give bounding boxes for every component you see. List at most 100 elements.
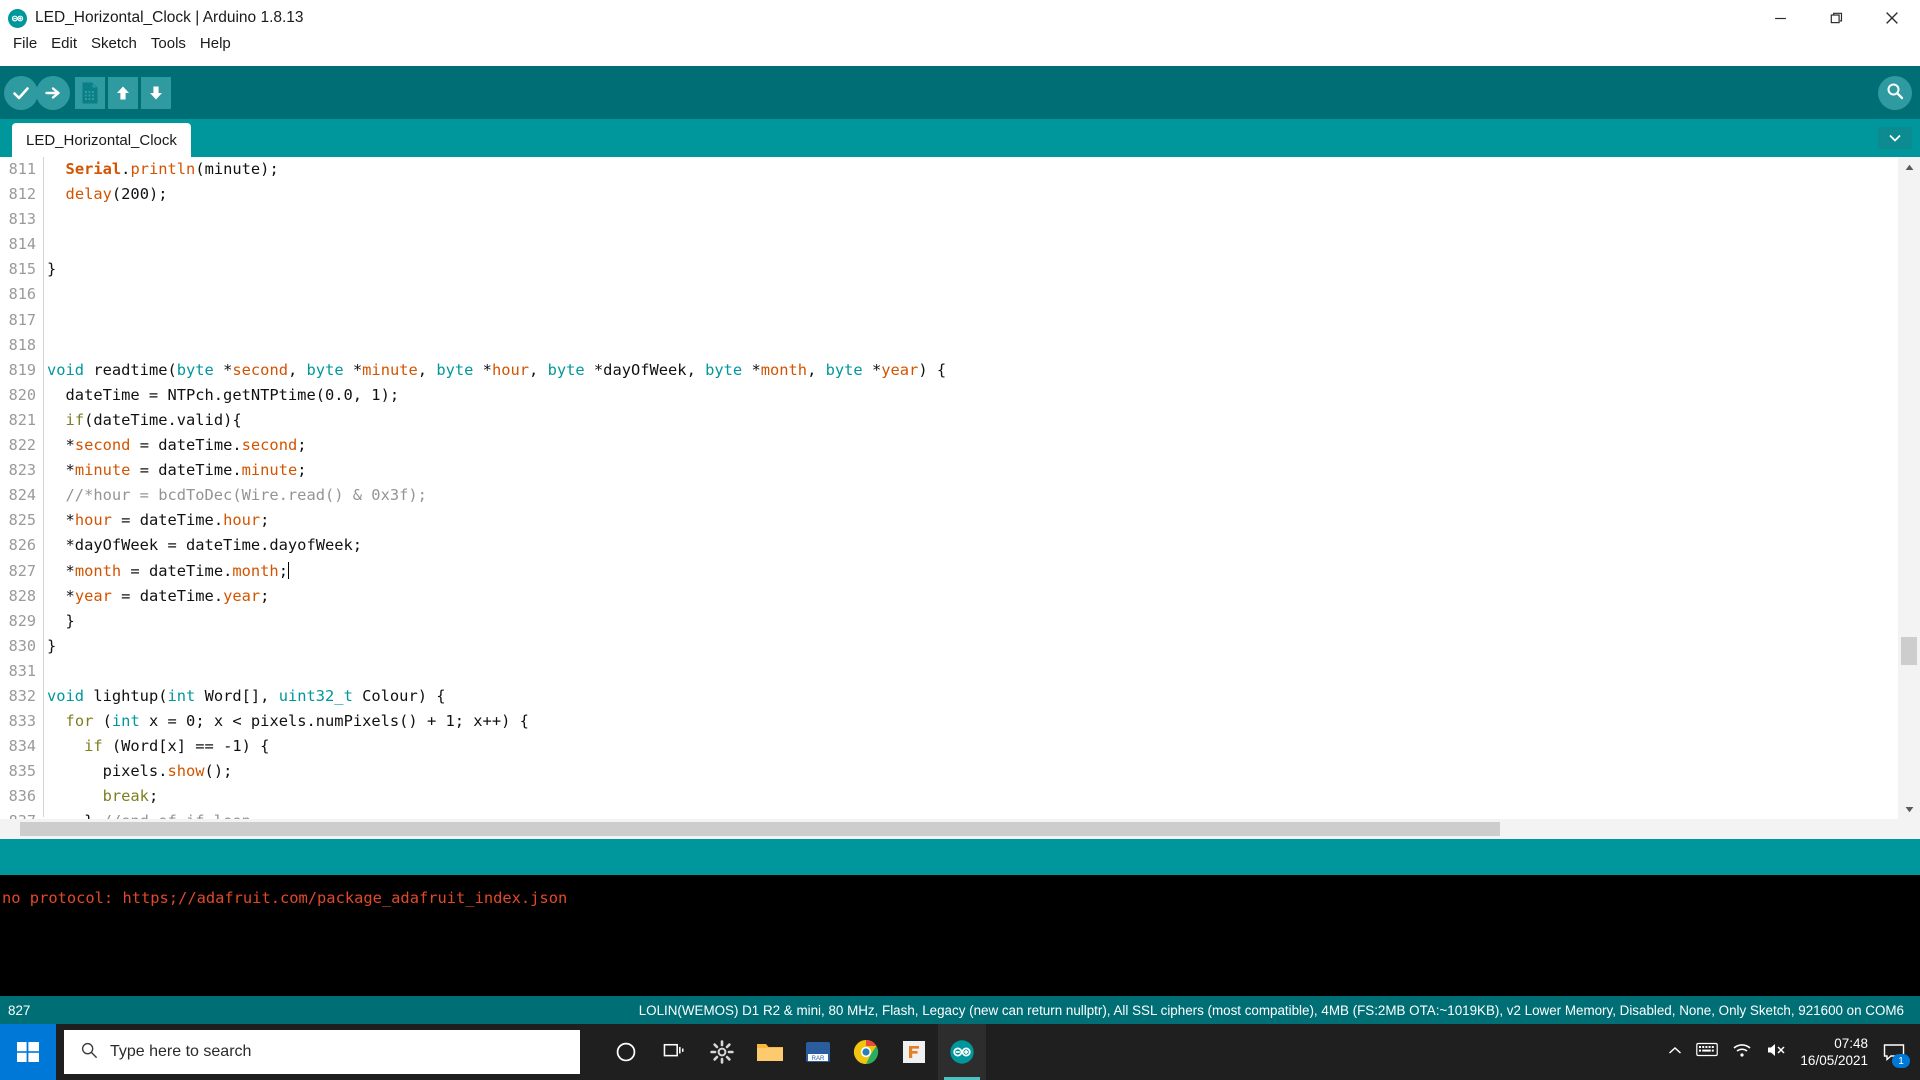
line-source[interactable]: void lightup(int Word[], uint32_t Colour… <box>43 684 446 709</box>
tab-menu-button[interactable] <box>1878 127 1912 149</box>
settings-gear-icon <box>710 1040 734 1064</box>
line-source[interactable]: pixels.show(); <box>43 759 233 784</box>
verify-button[interactable] <box>3 75 39 111</box>
line-source[interactable]: } <box>43 257 56 282</box>
toolbar <box>0 66 1920 119</box>
code-line[interactable]: 811 Serial.println(minute); <box>0 157 1898 182</box>
upload-button[interactable] <box>35 75 71 111</box>
line-source[interactable]: //*hour = bcdToDec(Wire.read() & 0x3f); <box>43 483 427 508</box>
sketch-tab[interactable]: LED_Horizontal_Clock <box>12 123 191 157</box>
line-source[interactable]: *second = dateTime.second; <box>43 433 307 458</box>
taskbar-item-settings[interactable] <box>698 1024 746 1080</box>
code-lines[interactable]: 811 Serial.println(minute); 812 delay(200… <box>0 157 1898 819</box>
code-line[interactable]: 816 <box>0 282 1898 307</box>
console-output[interactable]: no protocol: https;//adafruit.com/packag… <box>0 875 1920 1010</box>
serial-monitor-button[interactable] <box>1878 76 1912 110</box>
code-line[interactable]: 831 <box>0 659 1898 684</box>
taskbar-item-arduino[interactable] <box>938 1024 986 1080</box>
notification-center-button[interactable]: 1 <box>1882 1040 1910 1068</box>
clock-date: 16/05/2021 <box>1800 1053 1868 1068</box>
new-sketch-button[interactable] <box>72 75 108 111</box>
console-header <box>0 839 1920 875</box>
code-line[interactable]: 819 void readtime(byte *second, byte *min… <box>0 358 1898 383</box>
menu-item-edit[interactable]: Edit <box>44 33 84 54</box>
line-source[interactable]: for (int x = 0; x < pixels.numPixels() +… <box>43 709 529 734</box>
taskbar-item-fritzing[interactable] <box>890 1024 938 1080</box>
line-source[interactable]: } <box>43 634 56 659</box>
code-line[interactable]: 832 void lightup(int Word[], uint32_t Col… <box>0 684 1898 709</box>
chrome-icon <box>853 1040 879 1064</box>
taskbar-item-file-explorer[interactable] <box>746 1024 794 1080</box>
line-source[interactable]: *hour = dateTime.hour; <box>43 508 270 533</box>
line-source[interactable]: if (Word[x] == -1) { <box>43 734 269 759</box>
code-line[interactable]: 834 if (Word[x] == -1) { <box>0 734 1898 759</box>
line-source[interactable]: dateTime = NTPch.getNTPtime(0.0, 1); <box>43 383 400 408</box>
arduino-ide-window: LED_Horizontal_Clock | Arduino 1.8.13 Fi <box>0 0 1920 1080</box>
code-line[interactable]: 837 } //end of if loop <box>0 809 1898 819</box>
menu-item-sketch[interactable]: Sketch <box>84 33 144 54</box>
status-bar: 827 LOLIN(WEMOS) D1 R2 & mini, 80 MHz, F… <box>0 996 1920 1024</box>
line-source[interactable]: *month = dateTime.month; <box>43 559 289 584</box>
line-number: 837 <box>0 809 43 819</box>
code-line[interactable]: 825 *hour = dateTime.hour; <box>0 508 1898 533</box>
wifi-icon[interactable] <box>1732 1042 1752 1063</box>
line-source[interactable]: break; <box>43 784 159 809</box>
taskbar-item-winrar[interactable]: RAR <box>794 1024 842 1080</box>
show-hidden-icons-chevron[interactable] <box>1668 1043 1682 1061</box>
code-line[interactable]: 826 *dayOfWeek = dateTime.dayofWeek; <box>0 533 1898 558</box>
code-line[interactable]: 820 dateTime = NTPch.getNTPtime(0.0, 1); <box>0 383 1898 408</box>
code-editor[interactable]: 811 Serial.println(minute); 812 delay(200… <box>0 157 1920 839</box>
code-line[interactable]: 812 delay(200); <box>0 182 1898 207</box>
line-number: 834 <box>8 737 36 756</box>
line-source[interactable]: Serial.println(minute); <box>43 157 279 182</box>
code-line[interactable]: 836 break; <box>0 784 1898 809</box>
scroll-down-arrow[interactable] <box>1898 799 1920 819</box>
scroll-up-arrow[interactable] <box>1898 157 1920 177</box>
vertical-scroll-thumb[interactable] <box>1901 637 1917 665</box>
taskbar-item-chrome[interactable] <box>842 1024 890 1080</box>
code-line[interactable]: 813 <box>0 207 1898 232</box>
line-source[interactable]: delay(200); <box>43 182 168 207</box>
line-source[interactable]: if(dateTime.valid){ <box>43 408 242 433</box>
horizontal-scroll-thumb[interactable] <box>20 822 1500 836</box>
menu-item-file[interactable]: File <box>6 33 44 54</box>
code-line[interactable]: 822 *second = dateTime.second; <box>0 433 1898 458</box>
line-source[interactable]: } <box>43 609 75 634</box>
volume-muted-icon[interactable] <box>1766 1042 1786 1063</box>
editor-horizontal-scrollbar[interactable] <box>0 819 1898 839</box>
taskbar-search-box[interactable]: Type here to search <box>64 1030 580 1074</box>
winrar-icon: RAR <box>806 1042 830 1062</box>
line-source[interactable]: *dayOfWeek = dateTime.dayofWeek; <box>43 533 363 558</box>
code-line[interactable]: 818 <box>0 333 1898 358</box>
scrollbar-corner <box>1898 819 1920 839</box>
code-line[interactable]: 833 for (int x = 0; x < pixels.numPixels… <box>0 709 1898 734</box>
line-source[interactable]: void readtime(byte *second, byte *minute… <box>43 358 946 383</box>
code-line[interactable]: 830} <box>0 634 1898 659</box>
code-line[interactable]: 821 if(dateTime.valid){ <box>0 408 1898 433</box>
taskbar-item-task-view[interactable] <box>650 1024 698 1080</box>
taskbar-clock[interactable]: 07:48 16/05/2021 <box>1800 1035 1868 1069</box>
line-number: 820 <box>8 385 36 404</box>
editor-vertical-scrollbar[interactable] <box>1898 157 1920 819</box>
code-line[interactable]: 823 *minute = dateTime.minute; <box>0 458 1898 483</box>
status-line-number: 827 <box>8 1002 31 1018</box>
code-line[interactable]: 815} <box>0 257 1898 282</box>
save-sketch-button[interactable] <box>138 75 174 111</box>
code-line[interactable]: 835 pixels.show(); <box>0 759 1898 784</box>
touch-keyboard-icon[interactable] <box>1696 1042 1719 1062</box>
taskbar-item-cortana[interactable] <box>602 1024 650 1080</box>
code-line[interactable]: 817 <box>0 308 1898 333</box>
code-line[interactable]: 829 } <box>0 609 1898 634</box>
start-button[interactable] <box>0 1024 56 1080</box>
code-line[interactable]: 828 *year = dateTime.year; <box>0 584 1898 609</box>
code-line[interactable]: 827 *month = dateTime.month; <box>0 559 1898 584</box>
line-source[interactable]: *minute = dateTime.minute; <box>43 458 307 483</box>
code-line[interactable]: 814 <box>0 232 1898 257</box>
down-arrow-icon <box>141 77 171 109</box>
menu-item-tools[interactable]: Tools <box>144 33 193 54</box>
open-sketch-button[interactable] <box>105 75 141 111</box>
line-source[interactable]: *year = dateTime.year; <box>43 584 270 609</box>
line-source[interactable]: } //end of if loop <box>43 809 251 819</box>
code-line[interactable]: 824 //*hour = bcdToDec(Wire.read() & 0x3… <box>0 483 1898 508</box>
menu-item-help[interactable]: Help <box>193 33 238 54</box>
